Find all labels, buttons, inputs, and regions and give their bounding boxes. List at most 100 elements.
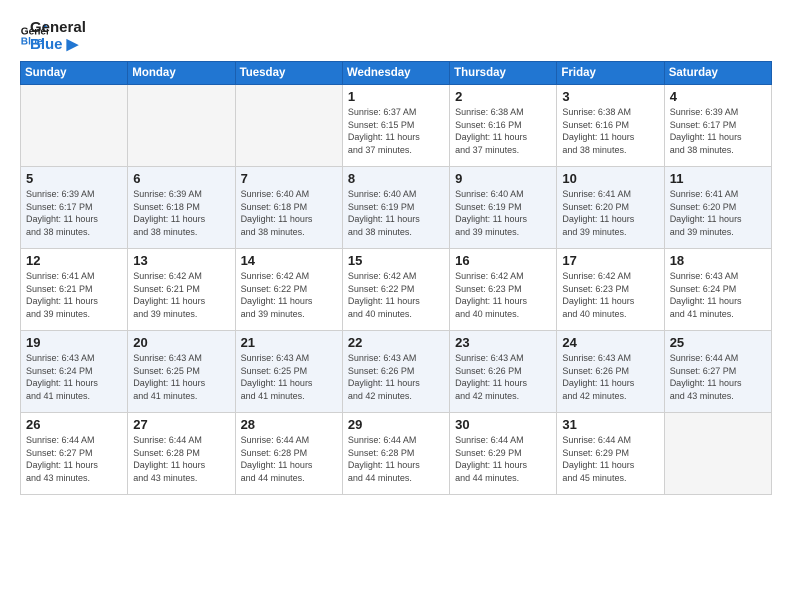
day-info: Sunrise: 6:43 AMSunset: 6:24 PMDaylight:…: [670, 270, 766, 320]
calendar-week-row: 12Sunrise: 6:41 AMSunset: 6:21 PMDayligh…: [21, 249, 772, 331]
day-number: 24: [562, 335, 658, 350]
day-info: Sunrise: 6:43 AMSunset: 6:25 PMDaylight:…: [133, 352, 229, 402]
day-info: Sunrise: 6:39 AMSunset: 6:17 PMDaylight:…: [26, 188, 122, 238]
calendar-cell: 27 Sunrise: 6:44 AMSunset: 6:28 PMDayligh…: [128, 413, 235, 495]
calendar-cell: 11 Sunrise: 6:41 AMSunset: 6:20 PMDayligh…: [664, 167, 771, 249]
calendar-cell: 20 Sunrise: 6:43 AMSunset: 6:25 PMDayligh…: [128, 331, 235, 413]
day-number: 4: [670, 89, 766, 104]
day-number: 26: [26, 417, 122, 432]
day-number: 13: [133, 253, 229, 268]
day-number: 19: [26, 335, 122, 350]
day-info: Sunrise: 6:38 AMSunset: 6:16 PMDaylight:…: [455, 106, 551, 156]
calendar-cell: [664, 413, 771, 495]
calendar-cell: 29Sunrise: 6:44 AMSunset: 6:28 PMDayligh…: [342, 413, 449, 495]
calendar-cell: 6 Sunrise: 6:39 AMSunset: 6:18 PMDaylight…: [128, 167, 235, 249]
calendar: SundayMondayTuesdayWednesdayThursdayFrid…: [20, 61, 772, 495]
day-info: Sunrise: 6:37 AMSunset: 6:15 PMDaylight:…: [348, 106, 444, 156]
calendar-cell: 26 Sunrise: 6:44 AMSunset: 6:27 PMDayligh…: [21, 413, 128, 495]
day-number: 20: [133, 335, 229, 350]
day-number: 3: [562, 89, 658, 104]
day-number: 11: [670, 171, 766, 186]
day-info: Sunrise: 6:41 AMSunset: 6:20 PMDaylight:…: [562, 188, 658, 238]
day-number: 5: [26, 171, 122, 186]
day-info: Sunrise: 6:43 AMSunset: 6:26 PMDaylight:…: [348, 352, 444, 402]
day-info: Sunrise: 6:43 AMSunset: 6:26 PMDaylight:…: [455, 352, 551, 402]
day-info: Sunrise: 6:43 AMSunset: 6:25 PMDaylight:…: [241, 352, 337, 402]
calendar-cell: 12Sunrise: 6:41 AMSunset: 6:21 PMDayligh…: [21, 249, 128, 331]
calendar-cell: 9 Sunrise: 6:40 AMSunset: 6:19 PMDaylight…: [450, 167, 557, 249]
calendar-cell: 17 Sunrise: 6:42 AMSunset: 6:23 PMDayligh…: [557, 249, 664, 331]
calendar-cell: [235, 85, 342, 167]
day-number: 8: [348, 171, 444, 186]
calendar-cell: 5 Sunrise: 6:39 AMSunset: 6:17 PMDaylight…: [21, 167, 128, 249]
calendar-cell: 30Sunrise: 6:44 AMSunset: 6:29 PMDayligh…: [450, 413, 557, 495]
day-number: 16: [455, 253, 551, 268]
logo: General Blue General Blue ▶: [20, 18, 86, 53]
day-number: 23: [455, 335, 551, 350]
calendar-cell: 22 Sunrise: 6:43 AMSunset: 6:26 PMDayligh…: [342, 331, 449, 413]
day-number: 2: [455, 89, 551, 104]
day-info: Sunrise: 6:43 AMSunset: 6:26 PMDaylight:…: [562, 352, 658, 402]
day-number: 28: [241, 417, 337, 432]
calendar-cell: 7Sunrise: 6:40 AMSunset: 6:18 PMDaylight…: [235, 167, 342, 249]
day-number: 14: [241, 253, 337, 268]
day-info: Sunrise: 6:42 AMSunset: 6:22 PMDaylight:…: [348, 270, 444, 320]
logo-general: General: [30, 20, 86, 37]
day-info: Sunrise: 6:42 AMSunset: 6:23 PMDaylight:…: [455, 270, 551, 320]
calendar-cell: 1 Sunrise: 6:37 AMSunset: 6:15 PMDaylight…: [342, 85, 449, 167]
day-number: 6: [133, 171, 229, 186]
day-info: Sunrise: 6:39 AMSunset: 6:17 PMDaylight:…: [670, 106, 766, 156]
calendar-cell: 15 Sunrise: 6:42 AMSunset: 6:22 PMDayligh…: [342, 249, 449, 331]
calendar-cell: 8 Sunrise: 6:40 AMSunset: 6:19 PMDaylight…: [342, 167, 449, 249]
day-number: 1: [348, 89, 444, 104]
calendar-cell: 13Sunrise: 6:42 AMSunset: 6:21 PMDayligh…: [128, 249, 235, 331]
calendar-cell: 23 Sunrise: 6:43 AMSunset: 6:26 PMDayligh…: [450, 331, 557, 413]
calendar-cell: 18 Sunrise: 6:43 AMSunset: 6:24 PMDayligh…: [664, 249, 771, 331]
weekday-header-thursday: Thursday: [450, 62, 557, 85]
calendar-cell: 4 Sunrise: 6:39 AMSunset: 6:17 PMDaylight…: [664, 85, 771, 167]
day-info: Sunrise: 6:44 AMSunset: 6:29 PMDaylight:…: [455, 434, 551, 484]
calendar-cell: 25 Sunrise: 6:44 AMSunset: 6:27 PMDayligh…: [664, 331, 771, 413]
weekday-header-friday: Friday: [557, 62, 664, 85]
calendar-week-row: 26 Sunrise: 6:44 AMSunset: 6:27 PMDayligh…: [21, 413, 772, 495]
day-info: Sunrise: 6:44 AMSunset: 6:27 PMDaylight:…: [26, 434, 122, 484]
day-info: Sunrise: 6:43 AMSunset: 6:24 PMDaylight:…: [26, 352, 122, 402]
calendar-cell: 3Sunrise: 6:38 AMSunset: 6:16 PMDaylight…: [557, 85, 664, 167]
day-info: Sunrise: 6:39 AMSunset: 6:18 PMDaylight:…: [133, 188, 229, 238]
day-number: 29: [348, 417, 444, 432]
weekday-header-tuesday: Tuesday: [235, 62, 342, 85]
day-info: Sunrise: 6:41 AMSunset: 6:20 PMDaylight:…: [670, 188, 766, 238]
weekday-header-wednesday: Wednesday: [342, 62, 449, 85]
logo-blue: Blue ▶: [30, 37, 86, 54]
weekday-header-monday: Monday: [128, 62, 235, 85]
calendar-cell: 14Sunrise: 6:42 AMSunset: 6:22 PMDayligh…: [235, 249, 342, 331]
calendar-cell: [21, 85, 128, 167]
calendar-cell: 19 Sunrise: 6:43 AMSunset: 6:24 PMDayligh…: [21, 331, 128, 413]
day-number: 18: [670, 253, 766, 268]
calendar-cell: [128, 85, 235, 167]
day-number: 31: [562, 417, 658, 432]
day-number: 22: [348, 335, 444, 350]
header: General Blue General Blue ▶: [20, 18, 772, 53]
day-number: 27: [133, 417, 229, 432]
day-number: 21: [241, 335, 337, 350]
day-info: Sunrise: 6:42 AMSunset: 6:23 PMDaylight:…: [562, 270, 658, 320]
day-info: Sunrise: 6:40 AMSunset: 6:18 PMDaylight:…: [241, 188, 337, 238]
day-info: Sunrise: 6:44 AMSunset: 6:28 PMDaylight:…: [133, 434, 229, 484]
day-number: 10: [562, 171, 658, 186]
day-info: Sunrise: 6:40 AMSunset: 6:19 PMDaylight:…: [348, 188, 444, 238]
calendar-cell: 21 Sunrise: 6:43 AMSunset: 6:25 PMDayligh…: [235, 331, 342, 413]
calendar-cell: 10 Sunrise: 6:41 AMSunset: 6:20 PMDayligh…: [557, 167, 664, 249]
page: General Blue General Blue ▶ SundayMonday…: [0, 0, 792, 612]
day-info: Sunrise: 6:44 AMSunset: 6:28 PMDaylight:…: [241, 434, 337, 484]
calendar-cell: 2 Sunrise: 6:38 AMSunset: 6:16 PMDaylight…: [450, 85, 557, 167]
calendar-week-row: 1 Sunrise: 6:37 AMSunset: 6:15 PMDaylight…: [21, 85, 772, 167]
day-info: Sunrise: 6:44 AMSunset: 6:27 PMDaylight:…: [670, 352, 766, 402]
day-number: 25: [670, 335, 766, 350]
day-info: Sunrise: 6:40 AMSunset: 6:19 PMDaylight:…: [455, 188, 551, 238]
day-info: Sunrise: 6:41 AMSunset: 6:21 PMDaylight:…: [26, 270, 122, 320]
day-number: 9: [455, 171, 551, 186]
day-number: 15: [348, 253, 444, 268]
day-number: 17: [562, 253, 658, 268]
calendar-week-row: 5 Sunrise: 6:39 AMSunset: 6:17 PMDaylight…: [21, 167, 772, 249]
